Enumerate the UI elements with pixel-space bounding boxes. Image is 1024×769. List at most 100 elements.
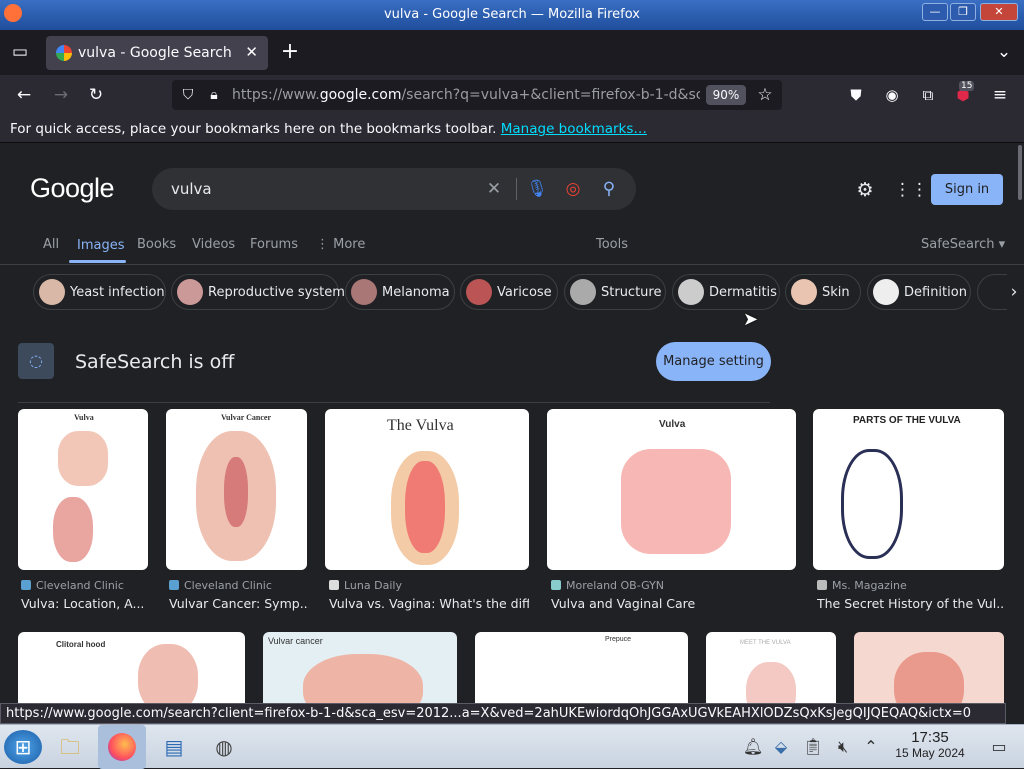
result-source-4[interactable]: Moreland OB-GYN: [551, 579, 664, 592]
shield-icon[interactable]: ⛉: [176, 83, 200, 107]
voice-search-icon[interactable]: 🎙︎: [525, 177, 549, 201]
reload-button[interactable]: ↻: [84, 83, 108, 107]
tray-expand-icon[interactable]: ⌃: [858, 730, 884, 764]
window-title: vulva - Google Search — Mozilla Firefox: [383, 7, 640, 22]
result-source-3[interactable]: Luna Daily: [329, 579, 402, 592]
clock[interactable]: 17:35 15 May 2024: [889, 729, 971, 760]
illustration: [894, 652, 964, 703]
url-text[interactable]: https://www.google.com/search?q=vulva+&c…: [232, 87, 700, 103]
chip-melanoma[interactable]: Melanoma: [345, 274, 455, 310]
window-title-bar: vulva - Google Search — Mozilla Firefox …: [0, 0, 1024, 30]
zoom-level[interactable]: 90%: [706, 85, 746, 105]
firefox-taskbar-icon[interactable]: [98, 725, 146, 769]
list-tabs-icon[interactable]: ⌄: [992, 40, 1016, 64]
maximize-button[interactable]: ❐: [950, 3, 976, 21]
result-source-2[interactable]: Cleveland Clinic: [169, 579, 272, 592]
tab-google-search[interactable]: vulva - Google Search ✕: [46, 36, 268, 70]
taskbar: ⊞ 🗀︎ ▤ ◍ 🔔︎ ⬙ 📋︎ 🔇︎ ⌃ 17:35 15 May 2024 …: [0, 724, 1024, 769]
tab-books[interactable]: Books: [137, 237, 176, 252]
result-image-8[interactable]: Prepuce: [475, 632, 688, 703]
extensions-icon[interactable]: ⧉: [916, 83, 940, 107]
search-divider: [516, 178, 517, 200]
volume-muted-icon[interactable]: 🔇︎: [830, 730, 856, 764]
manage-setting-button[interactable]: Manage setting: [656, 342, 771, 381]
moreland-icon: [551, 580, 561, 590]
tools-button[interactable]: Tools: [596, 237, 628, 252]
notification-bell-icon[interactable]: 🔔︎: [740, 730, 766, 764]
clipboard-icon[interactable]: 📋︎: [800, 730, 826, 764]
result-image-5[interactable]: PARTS OF THE VULVA: [813, 409, 1004, 570]
clear-search-icon[interactable]: ✕: [482, 177, 506, 201]
result-caption-3[interactable]: Vulva vs. Vagina: What's the diff...: [329, 596, 529, 611]
safesearch-title: SafeSearch is off: [75, 351, 235, 373]
sign-in-button[interactable]: Sign in: [931, 174, 1003, 205]
apps-grid-icon[interactable]: ⋮⋮: [894, 178, 928, 202]
file-manager-icon[interactable]: 🗀︎: [52, 730, 88, 764]
chip-definition[interactable]: Definition: [867, 274, 971, 310]
chip-dermatitis[interactable]: Dermatitis: [672, 274, 780, 310]
new-tab-button[interactable]: +: [278, 40, 302, 64]
tab-images[interactable]: Images: [77, 238, 125, 253]
result-image-2[interactable]: Vulvar Cancer: [166, 409, 307, 570]
result-caption-2[interactable]: Vulvar Cancer: Symp...: [169, 596, 309, 611]
chips-next-arrow-icon[interactable]: ›: [1002, 280, 1024, 304]
result-image-9[interactable]: MEET THE VULVA: [706, 632, 836, 703]
safesearch-menu[interactable]: SafeSearch ▾: [921, 237, 1005, 252]
tab-forums[interactable]: Forums: [250, 237, 298, 252]
result-source-5[interactable]: Ms. Magazine: [817, 579, 907, 592]
pocket-icon[interactable]: ⛊: [844, 83, 868, 107]
lock-icon[interactable]: 🔒︎: [202, 83, 226, 107]
chip-structure[interactable]: Structure: [564, 274, 666, 310]
system-app-icon[interactable]: ◍: [206, 730, 242, 764]
google-results-page: Google vulva ✕ 🎙︎ ◎ ⚲ ⚙ ⋮⋮ Sign in All I…: [0, 143, 1024, 703]
result-image-4[interactable]: Vulva: [547, 409, 796, 570]
search-icon[interactable]: ⚲: [597, 177, 621, 201]
chip-varicose[interactable]: Varicose: [460, 274, 558, 310]
result-image-1[interactable]: Vulva: [18, 409, 148, 570]
settings-gear-icon[interactable]: ⚙: [853, 178, 877, 202]
search-box[interactable]: vulva ✕ 🎙︎ ◎ ⚲: [152, 168, 636, 210]
google-favicon-icon: [56, 45, 72, 61]
lens-search-icon[interactable]: ◎: [561, 177, 585, 201]
chip-skin[interactable]: Skin: [785, 274, 861, 310]
clock-date: 15 May 2024: [895, 746, 965, 760]
result-image-10[interactable]: [854, 632, 1004, 703]
page-scrollbar[interactable]: [1018, 145, 1022, 200]
result-caption-1[interactable]: Vulva: Location, A...: [21, 596, 151, 611]
network-icon[interactable]: ⬙: [768, 730, 794, 764]
tab-all[interactable]: All: [43, 237, 59, 252]
control-panel-icon[interactable]: ▤: [156, 730, 192, 764]
close-window-button[interactable]: ✕: [980, 3, 1018, 21]
extension-badge: 15: [959, 81, 975, 91]
google-logo[interactable]: Google: [30, 173, 115, 204]
result-caption-5[interactable]: The Secret History of the Vul...: [817, 596, 1004, 611]
manage-bookmarks-link[interactable]: Manage bookmarks…: [501, 121, 647, 137]
mouse-cursor-icon: ➤: [743, 309, 759, 330]
tab-more[interactable]: ⋮ More: [316, 237, 365, 252]
address-bar[interactable]: ⛉ 🔒︎ https://www.google.com/search?q=vul…: [172, 80, 782, 110]
start-menu-icon[interactable]: ⊞: [4, 730, 42, 764]
back-button[interactable]: ←: [12, 83, 36, 107]
search-input[interactable]: vulva: [171, 180, 212, 198]
illustration: [303, 654, 423, 703]
account-icon[interactable]: ◉: [880, 83, 904, 107]
chip-yeast-infection[interactable]: Yeast infection: [33, 274, 166, 310]
result-image-7[interactable]: Vulvar cancer: [263, 632, 457, 703]
forward-button[interactable]: →: [49, 83, 73, 107]
chip-reproductive-system[interactable]: Reproductive system: [171, 274, 345, 310]
result-image-6[interactable]: Clitoral hood: [18, 632, 245, 703]
tab-videos[interactable]: Videos: [192, 237, 235, 252]
result-caption-4[interactable]: Vulva and Vaginal Care: [551, 596, 796, 611]
illustration: [746, 662, 796, 703]
bookmark-star-icon[interactable]: ☆: [753, 83, 777, 107]
tab-close-icon[interactable]: ✕: [245, 43, 258, 61]
result-source-1[interactable]: Cleveland Clinic: [21, 579, 124, 592]
minimize-button[interactable]: —: [922, 3, 948, 21]
tab-overview-icon[interactable]: ▭: [8, 40, 32, 64]
safesearch-off-icon: ◌: [18, 343, 54, 379]
bookmarks-toolbar: For quick access, place your bookmarks h…: [0, 115, 1024, 143]
app-menu-icon[interactable]: ≡: [988, 83, 1012, 107]
show-desktop-icon[interactable]: ▭: [986, 730, 1012, 764]
result-image-3[interactable]: The Vulva: [325, 409, 529, 570]
illustration: [224, 457, 248, 527]
